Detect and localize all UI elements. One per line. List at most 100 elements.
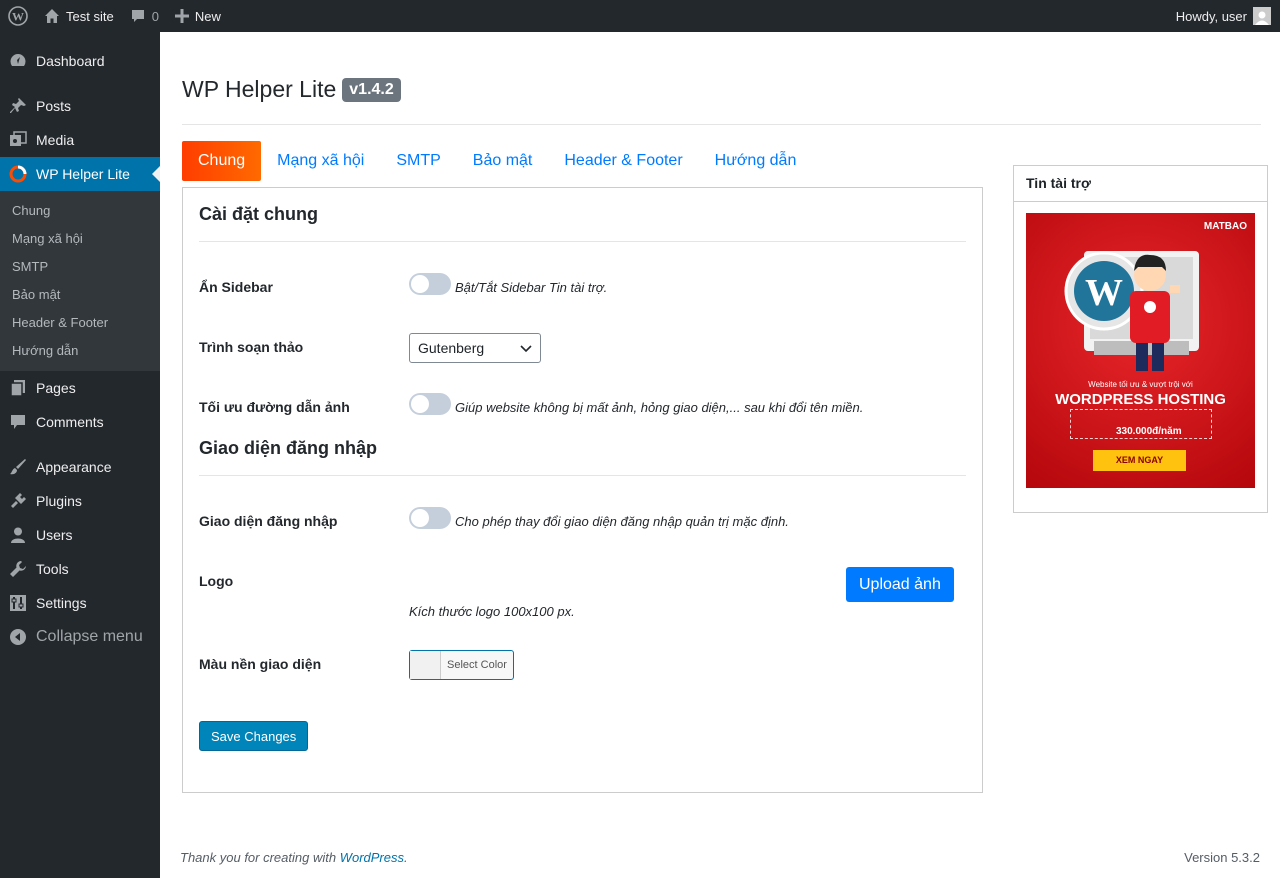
submenu-header-footer[interactable]: Header & Footer [0, 309, 160, 337]
tab-smtp[interactable]: SMTP [380, 141, 456, 181]
tab-huong-dan[interactable]: Hướng dẫn [699, 141, 813, 181]
section-title-general: Cài đặt chung [199, 204, 319, 224]
section-divider [199, 475, 966, 476]
helper-submenu: Chung Mạng xã hội SMTP Bảo mật Header & … [0, 191, 160, 371]
menu-label: Appearance [36, 459, 112, 475]
plugin-logo-icon [8, 164, 28, 184]
footer-version: Version 5.3.2 [1184, 850, 1260, 865]
login-ui-desc: Cho phép thay đổi giao diện đăng nhập qu… [455, 513, 789, 529]
submenu-huong-dan[interactable]: Hướng dẫn [0, 337, 160, 365]
select-color-label: Select Color [447, 659, 507, 671]
bg-color-label: Màu nền giao diện [199, 656, 322, 672]
menu-label: Settings [36, 595, 87, 611]
menu-media[interactable]: Media [0, 123, 160, 157]
collapse-menu-button[interactable]: Collapse menu [0, 620, 160, 654]
sponsor-banner[interactable]: MATBAO W Website tối ưu & vượt trội với … [1026, 213, 1255, 488]
tab-mang-xa-hoi[interactable]: Mạng xã hội [261, 141, 380, 181]
site-name: Test site [66, 8, 114, 24]
login-ui-label: Giao diện đăng nhập [199, 513, 338, 529]
menu-label: WP Helper Lite [36, 166, 130, 182]
settings-tabs: Chung Mạng xã hội SMTP Bảo mật Header & … [182, 141, 812, 181]
color-swatch [410, 651, 441, 679]
new-label: New [194, 8, 221, 24]
menu-appearance[interactable]: Appearance [0, 450, 160, 484]
new-content-link[interactable]: New [167, 0, 229, 32]
dashboard-icon [8, 51, 28, 71]
menu-label: Comments [36, 414, 104, 430]
pin-icon [8, 96, 28, 116]
version-badge: v1.4.2 [342, 77, 401, 102]
comment-bubble-icon [130, 8, 146, 24]
hide-sidebar-toggle[interactable] [409, 273, 451, 295]
image-path-toggle[interactable] [409, 393, 451, 415]
menu-dashboard[interactable]: Dashboard [0, 44, 160, 78]
menu-users[interactable]: Users [0, 518, 160, 552]
hide-sidebar-desc: Bật/Tắt Sidebar Tin tài trợ. [455, 279, 608, 295]
footer-credit: Thank you for creating with WordPress. [180, 850, 408, 865]
section-divider [199, 241, 966, 242]
select-color-button[interactable]: Select Color [409, 650, 514, 680]
chevron-down-icon [520, 340, 532, 356]
menu-label: Plugins [36, 493, 82, 509]
ad-headline: WORDPRESS HOSTING [1055, 391, 1226, 408]
comments-link[interactable]: 0 [122, 0, 167, 32]
howdy-text: Howdy, user [1175, 8, 1247, 24]
home-icon [44, 8, 60, 24]
page-title: WP Helper Lite v1.4.2 [182, 76, 401, 103]
section-title-login: Giao diện đăng nhập [199, 438, 378, 458]
avatar [1253, 7, 1271, 25]
collapse-arrow-icon [8, 627, 28, 647]
pages-icon [8, 378, 28, 398]
editor-label: Trình soạn thảo [199, 339, 304, 355]
settings-panel: Cài đặt chung Ẩn Sidebar Bật/Tắt Sidebar… [182, 187, 983, 793]
submenu-chung[interactable]: Chung [0, 197, 160, 225]
plug-icon [8, 491, 28, 511]
editor-select[interactable]: Gutenberg [409, 333, 541, 363]
menu-settings[interactable]: Settings [0, 586, 160, 620]
wordpress-logo-icon[interactable]: W [0, 0, 36, 32]
upload-image-button[interactable]: Upload ảnh [846, 567, 954, 602]
menu-pages[interactable]: Pages [0, 371, 160, 405]
hide-sidebar-label: Ẩn Sidebar [199, 279, 273, 295]
logo-label: Logo [199, 573, 234, 589]
brush-icon [8, 457, 28, 477]
menu-posts[interactable]: Posts [0, 89, 160, 123]
menu-label: Dashboard [36, 53, 105, 69]
menu-tools[interactable]: Tools [0, 552, 160, 586]
comment-icon [8, 412, 28, 432]
menu-label: Tools [36, 561, 69, 577]
tab-chung[interactable]: Chung [182, 141, 262, 181]
menu-wp-helper-lite[interactable]: WP Helper Lite [0, 157, 160, 191]
menu-label: Pages [36, 380, 76, 396]
editor-select-value: Gutenberg [418, 340, 485, 356]
submenu-smtp[interactable]: SMTP [0, 253, 160, 281]
footer-period: . [404, 850, 408, 865]
logo-size-hint: Kích thước logo 100x100 px. [409, 604, 575, 619]
tab-header-footer[interactable]: Header & Footer [548, 141, 698, 181]
menu-comments[interactable]: Comments [0, 405, 160, 439]
plus-icon [174, 9, 189, 23]
admin-menu: Dashboard Posts Media WP Helper Lite Chu… [0, 32, 160, 878]
user-icon [8, 525, 28, 545]
image-path-label: Tối ưu đường dẫn ảnh [199, 399, 350, 415]
menu-label: Users [36, 527, 73, 543]
comments-count: 0 [151, 8, 159, 24]
save-changes-button[interactable]: Save Changes [199, 721, 309, 751]
submenu-bao-mat[interactable]: Bảo mật [0, 281, 160, 309]
menu-label: Posts [36, 98, 72, 114]
account-menu[interactable]: Howdy, user [1168, 0, 1280, 32]
title-divider [182, 124, 1261, 125]
collapse-label: Collapse menu [36, 628, 143, 645]
wordpress-link[interactable]: WordPress [340, 850, 404, 865]
site-name-link[interactable]: Test site [36, 0, 122, 32]
ad-illustration: W [1064, 251, 1199, 371]
menu-plugins[interactable]: Plugins [0, 484, 160, 518]
page-title-text: WP Helper Lite [182, 76, 337, 102]
main-content: WP Helper Lite v1.4.2 Chung Mạng xã hội … [160, 32, 1280, 878]
image-path-desc: Giúp website không bị mất ảnh, hỏng giao… [455, 399, 864, 415]
tab-bao-mat[interactable]: Bảo mật [457, 141, 549, 181]
ad-tagline: Website tối ưu & vượt trội với [1088, 380, 1193, 389]
login-ui-toggle[interactable] [409, 507, 451, 529]
submenu-mang-xa-hoi[interactable]: Mạng xã hội [0, 225, 160, 253]
sponsor-box: Tin tài trợ MATBAO W Website tối ưu & vư… [1013, 165, 1268, 513]
